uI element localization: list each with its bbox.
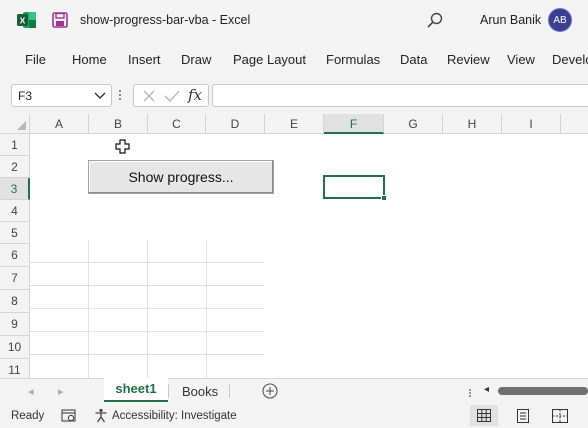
row-header-7[interactable]: 7 <box>0 267 30 290</box>
gridline <box>206 240 207 378</box>
gridline <box>88 240 89 378</box>
title-separator: - <box>212 13 217 27</box>
column-header-c[interactable]: C <box>148 114 206 134</box>
prev-sheet-icon[interactable]: ◂ <box>28 385 34 398</box>
gridline <box>30 285 264 286</box>
document-title: show-progress-bar-vba - Excel <box>80 13 250 27</box>
row-header-11[interactable]: 11 <box>0 359 30 378</box>
tab-home[interactable]: Home <box>72 52 107 67</box>
formula-input[interactable] <box>212 84 588 107</box>
row-header-3[interactable]: 3 <box>0 178 30 200</box>
tab-page-layout[interactable]: Page Layout <box>233 52 306 67</box>
tab-divider <box>229 384 230 398</box>
tab-review[interactable]: Review <box>447 52 490 67</box>
status-bar: Ready Accessibility: Investigate <box>0 404 588 428</box>
column-header-partial[interactable] <box>561 114 588 134</box>
page-break-view-icon[interactable] <box>552 409 568 426</box>
horizontal-scrollbar[interactable] <box>498 387 588 395</box>
tab-developer[interactable]: Develo <box>552 52 588 67</box>
chevron-down-icon[interactable] <box>93 88 107 102</box>
gridline <box>30 262 264 263</box>
tab-books[interactable]: Books <box>182 384 218 399</box>
enter-check-icon[interactable] <box>164 89 180 103</box>
spreadsheet-grid[interactable]: A B C D E F G H I 1 2 3 4 5 6 7 8 9 10 1… <box>0 114 588 378</box>
tab-insert[interactable]: Insert <box>128 52 161 67</box>
ribbon-tabs: File Home Insert Draw Page Layout Formul… <box>0 44 588 74</box>
title-bar: X show-progress-bar-vba - Excel Arun Ban… <box>0 0 588 40</box>
svg-text:X: X <box>20 16 26 26</box>
gridline <box>30 354 264 355</box>
show-progress-button[interactable]: Show progress... <box>88 160 274 194</box>
accessibility-icon[interactable] <box>94 408 108 423</box>
column-header-d[interactable]: D <box>206 114 265 134</box>
selected-cell[interactable] <box>323 175 387 201</box>
accessibility-status[interactable]: Accessibility: Investigate <box>112 410 237 422</box>
cell-cursor-icon <box>115 139 131 155</box>
tab-view[interactable]: View <box>507 52 535 67</box>
row-header-8[interactable]: 8 <box>0 290 30 313</box>
tab-divider <box>168 384 169 398</box>
macro-recording-icon[interactable] <box>61 408 77 423</box>
cancel-icon[interactable] <box>142 89 156 103</box>
app-name: Excel <box>219 13 251 27</box>
row-header-10[interactable]: 10 <box>0 336 30 359</box>
name-box-value: F3 <box>18 89 33 103</box>
formula-bar: F3 fx <box>0 78 588 114</box>
row-header-9[interactable]: 9 <box>0 313 30 336</box>
fill-handle[interactable] <box>381 195 387 201</box>
search-icon[interactable] <box>426 11 444 29</box>
save-icon[interactable] <box>52 12 68 28</box>
scroll-left-icon[interactable]: ◂ <box>484 384 489 395</box>
gridline <box>30 331 264 332</box>
tab-data[interactable]: Data <box>400 52 427 67</box>
column-header-i[interactable]: I <box>502 114 561 134</box>
more-options-icon[interactable] <box>118 88 122 102</box>
column-header-b[interactable]: B <box>89 114 148 134</box>
column-header-e[interactable]: E <box>265 114 324 134</box>
scroll-splitter-icon[interactable] <box>468 387 472 397</box>
row-header-5[interactable]: 5 <box>0 222 30 244</box>
normal-view-icon <box>477 409 491 422</box>
tab-draw[interactable]: Draw <box>181 52 211 67</box>
next-sheet-icon[interactable]: ▸ <box>58 385 64 398</box>
column-header-g[interactable]: G <box>384 114 443 134</box>
insert-function-icon[interactable]: fx <box>188 86 202 104</box>
status-ready: Ready <box>11 410 45 422</box>
page-layout-view-icon[interactable] <box>516 409 530 426</box>
select-all-corner[interactable] <box>0 114 30 134</box>
row-header-4[interactable]: 4 <box>0 200 30 222</box>
add-sheet-icon[interactable] <box>262 383 278 399</box>
row-header-6[interactable]: 6 <box>0 244 30 267</box>
column-header-h[interactable]: H <box>443 114 502 134</box>
tab-formulas[interactable]: Formulas <box>326 52 380 67</box>
normal-view-button[interactable] <box>470 405 498 426</box>
row-header-2[interactable]: 2 <box>0 156 30 178</box>
sheet-tabs-bar: ◂ ▸ sheet1 Books ◂ <box>0 378 588 404</box>
user-name[interactable]: Arun Banik <box>480 13 541 27</box>
tab-sheet1[interactable]: sheet1 <box>104 378 168 402</box>
gridline <box>30 308 264 309</box>
excel-logo-icon: X <box>17 11 37 29</box>
row-header-1[interactable]: 1 <box>0 134 30 156</box>
gridline <box>147 240 148 378</box>
tab-file[interactable]: File <box>25 52 46 67</box>
name-box[interactable]: F3 <box>11 84 112 107</box>
avatar[interactable]: AB <box>548 8 572 32</box>
document-name: show-progress-bar-vba <box>80 13 209 27</box>
column-header-f[interactable]: F <box>324 114 384 134</box>
column-header-a[interactable]: A <box>30 114 89 134</box>
formula-buttons: fx <box>133 84 209 107</box>
